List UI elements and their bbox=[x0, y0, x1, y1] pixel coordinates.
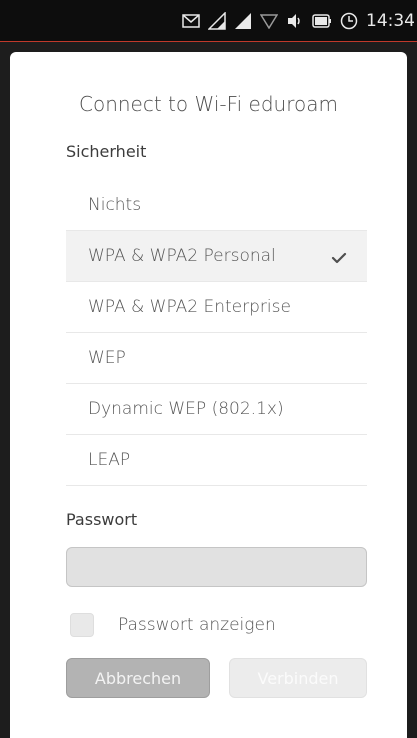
show-password-label: Passwort anzeigen bbox=[118, 615, 276, 635]
security-option-leap[interactable]: LEAP bbox=[66, 435, 367, 486]
checkmark-icon bbox=[331, 249, 347, 269]
wifi-icon bbox=[260, 13, 278, 29]
connect-button[interactable]: Verbinden bbox=[229, 658, 367, 698]
clock-icon bbox=[340, 12, 358, 30]
signal-icon bbox=[208, 12, 226, 30]
security-option-label: Dynamic WEP (802.1x) bbox=[88, 399, 284, 419]
security-option-wep[interactable]: WEP bbox=[66, 333, 367, 384]
security-option-label: LEAP bbox=[88, 450, 131, 470]
security-options-list: Nichts WPA & WPA2 Personal WPA & WPA2 En… bbox=[66, 180, 367, 486]
mail-icon bbox=[182, 14, 200, 28]
password-input[interactable] bbox=[66, 547, 367, 587]
show-password-checkbox[interactable] bbox=[70, 613, 94, 637]
security-label: Sicherheit bbox=[66, 142, 147, 161]
dialog-title: Connect to Wi-Fi eduroam bbox=[79, 92, 338, 116]
wifi-connect-dialog: Connect to Wi-Fi eduroam Sicherheit Nich… bbox=[10, 52, 407, 738]
signal-icon bbox=[234, 12, 252, 30]
cancel-button[interactable]: Abbrechen bbox=[66, 658, 210, 698]
password-label: Passwort bbox=[66, 510, 138, 529]
show-password-row[interactable]: Passwort anzeigen bbox=[70, 613, 276, 637]
security-option-label: Nichts bbox=[88, 195, 142, 215]
security-option-dynamic-wep[interactable]: Dynamic WEP (802.1x) bbox=[66, 384, 367, 435]
status-icons: 14:34 bbox=[182, 0, 417, 42]
security-option-label: WEP bbox=[88, 348, 126, 368]
security-option-label: WPA & WPA2 Personal bbox=[88, 246, 276, 266]
security-option-wpa-enterprise[interactable]: WPA & WPA2 Enterprise bbox=[66, 282, 367, 333]
security-option-label: WPA & WPA2 Enterprise bbox=[88, 297, 291, 317]
status-time: 14:34 bbox=[366, 11, 415, 31]
security-option-none[interactable]: Nichts bbox=[66, 180, 367, 231]
battery-icon bbox=[312, 14, 332, 28]
status-bar: 14:34 bbox=[0, 0, 417, 42]
security-option-wpa-personal[interactable]: WPA & WPA2 Personal bbox=[66, 231, 367, 282]
volume-icon bbox=[286, 13, 304, 29]
